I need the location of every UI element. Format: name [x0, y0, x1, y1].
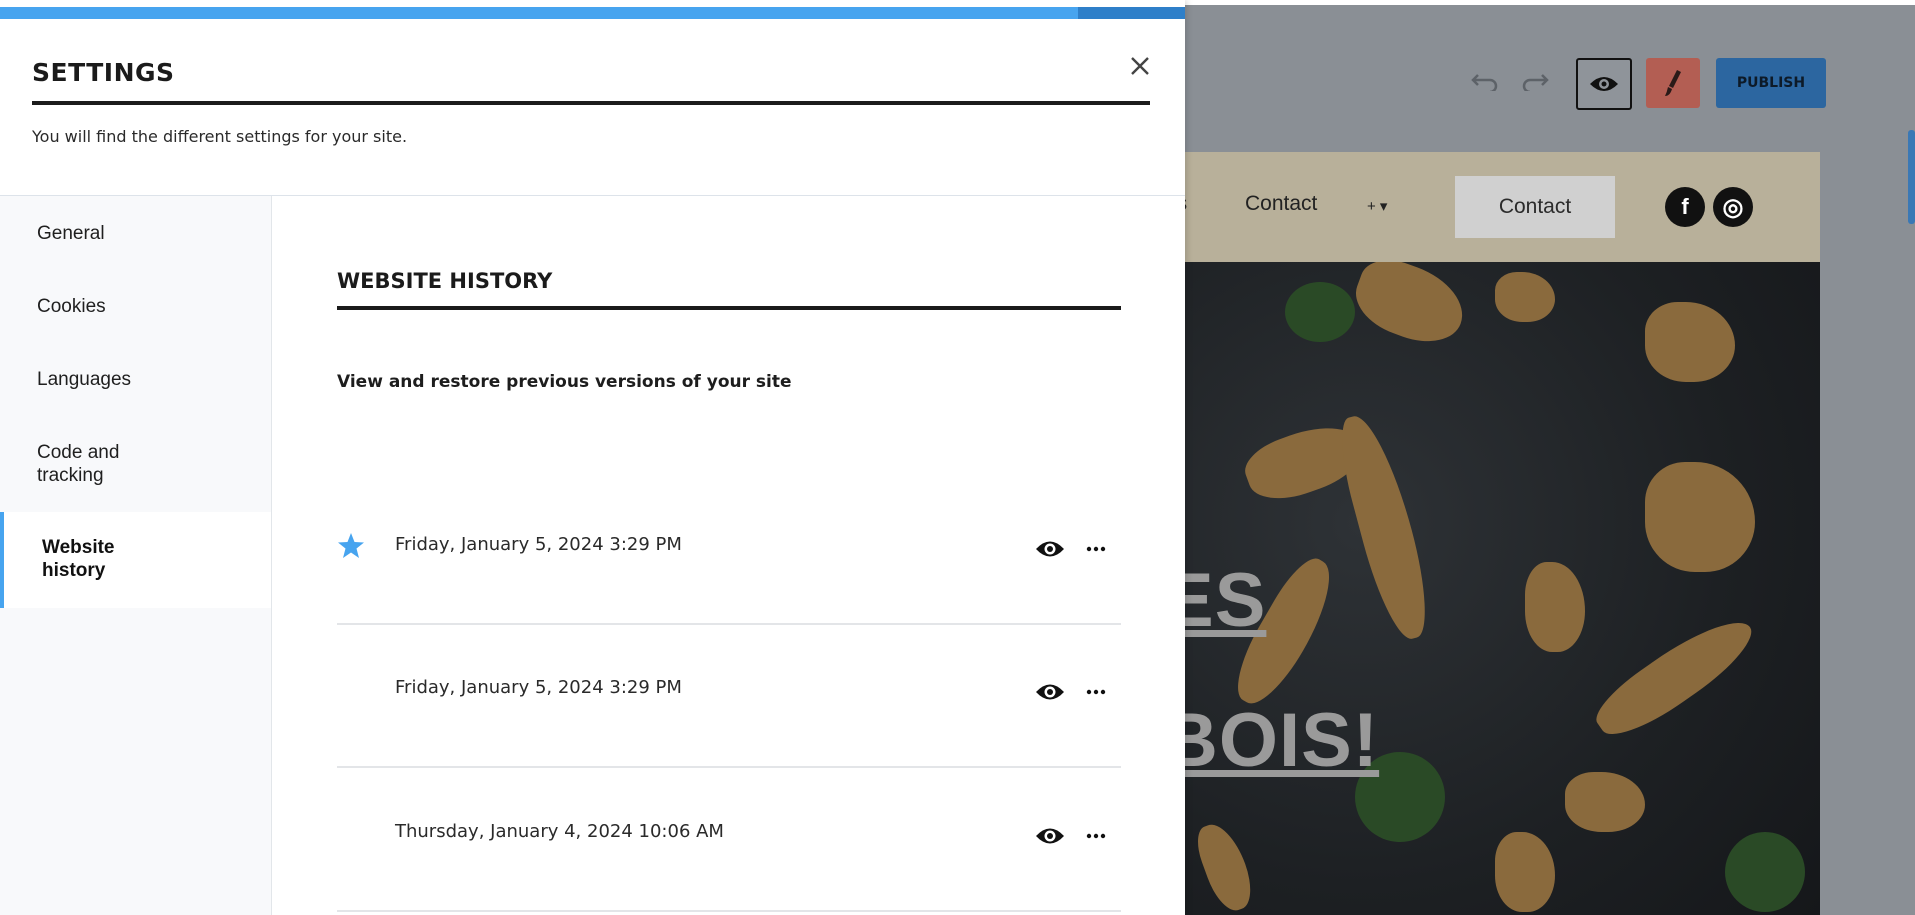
version-date: Friday, January 5, 2024 3:29 PM	[395, 534, 682, 555]
nav-more-menu[interactable]: + ▾	[1367, 197, 1387, 215]
eye-icon[interactable]	[1035, 538, 1065, 560]
mushroom-shape	[1565, 772, 1645, 832]
history-row: Friday, January 5, 2024 3:29 PM	[337, 480, 1121, 625]
eye-icon	[1590, 77, 1618, 91]
settings-title: SETTINGS	[32, 58, 175, 87]
section-title: WEBSITE HISTORY	[337, 269, 553, 293]
settings-content: WEBSITE HISTORY View and restore previou…	[272, 196, 1185, 915]
scrollbar-handle[interactable]	[1908, 130, 1915, 224]
version-date: Thursday, January 4, 2024 10:06 AM	[395, 821, 724, 842]
section-description: View and restore previous versions of yo…	[337, 372, 792, 392]
mushroom-shape	[1586, 604, 1764, 750]
mushroom-shape	[1495, 832, 1555, 912]
mushroom-shape	[1495, 272, 1555, 322]
progress-bar	[0, 7, 1185, 19]
more-options-icon[interactable]	[1085, 681, 1107, 703]
section-divider	[337, 306, 1121, 310]
more-options-icon[interactable]	[1085, 825, 1107, 847]
preview-button[interactable]	[1576, 58, 1632, 110]
hero-heading-line2: BOIS!	[1165, 698, 1380, 783]
site-preview: es Contact + ▾ Contact f ◎ ES BOIS!	[1165, 152, 1820, 915]
mushroom-shape	[1645, 462, 1755, 572]
history-row: Friday, January 5, 2024 3:29 PM	[337, 623, 1121, 768]
sidebar-item-label: General	[37, 223, 105, 244]
more-options-icon[interactable]	[1085, 538, 1107, 560]
history-row: Thursday, January 4, 2024 10:06 AM	[337, 767, 1121, 912]
publish-button[interactable]: PUBLISH	[1716, 58, 1826, 108]
progress-bar-fill	[0, 7, 1079, 19]
title-divider	[32, 101, 1150, 105]
herb-shape	[1725, 832, 1805, 912]
star-icon	[338, 533, 364, 558]
facebook-icon[interactable]: f	[1665, 187, 1705, 227]
close-icon[interactable]	[1124, 50, 1156, 82]
eye-icon[interactable]	[1035, 681, 1065, 703]
mushroom-shape	[1331, 409, 1439, 645]
mushroom-shape	[1346, 262, 1474, 354]
redo-icon[interactable]	[1520, 68, 1550, 98]
sidebar-item-label: Website history	[42, 537, 115, 581]
sidebar-item-code-and-tracking[interactable]: Code and tracking	[0, 441, 271, 489]
site-contact-button[interactable]: Contact	[1455, 176, 1615, 238]
sidebar-item-cookies[interactable]: Cookies	[0, 295, 271, 319]
settings-subtitle: You will find the different settings for…	[32, 127, 408, 146]
settings-sidebar: General Cookies Languages Code and track…	[0, 196, 272, 915]
nav-item-contact[interactable]: Contact	[1245, 192, 1317, 216]
settings-panel: SETTINGS You will find the different set…	[0, 0, 1185, 915]
sidebar-item-label: Languages	[37, 369, 132, 390]
instagram-icon[interactable]: ◎	[1713, 187, 1753, 227]
design-button[interactable]	[1646, 58, 1700, 108]
brush-icon	[1665, 70, 1681, 96]
mushroom-shape	[1645, 302, 1735, 382]
sidebar-item-website-history[interactable]: Website history	[0, 512, 271, 608]
herb-shape	[1285, 282, 1355, 342]
eye-icon[interactable]	[1035, 825, 1065, 847]
sidebar-item-general[interactable]: General	[0, 222, 271, 246]
undo-icon[interactable]	[1470, 68, 1500, 98]
mushroom-shape	[1525, 562, 1585, 652]
sidebar-item-label: Cookies	[37, 296, 106, 317]
site-header: es Contact + ▾ Contact f ◎	[1165, 152, 1820, 262]
version-date: Friday, January 5, 2024 3:29 PM	[395, 677, 682, 698]
sidebar-item-label: Code and tracking	[37, 442, 120, 486]
mushroom-shape	[1190, 817, 1260, 915]
sidebar-item-languages[interactable]: Languages	[0, 368, 271, 392]
